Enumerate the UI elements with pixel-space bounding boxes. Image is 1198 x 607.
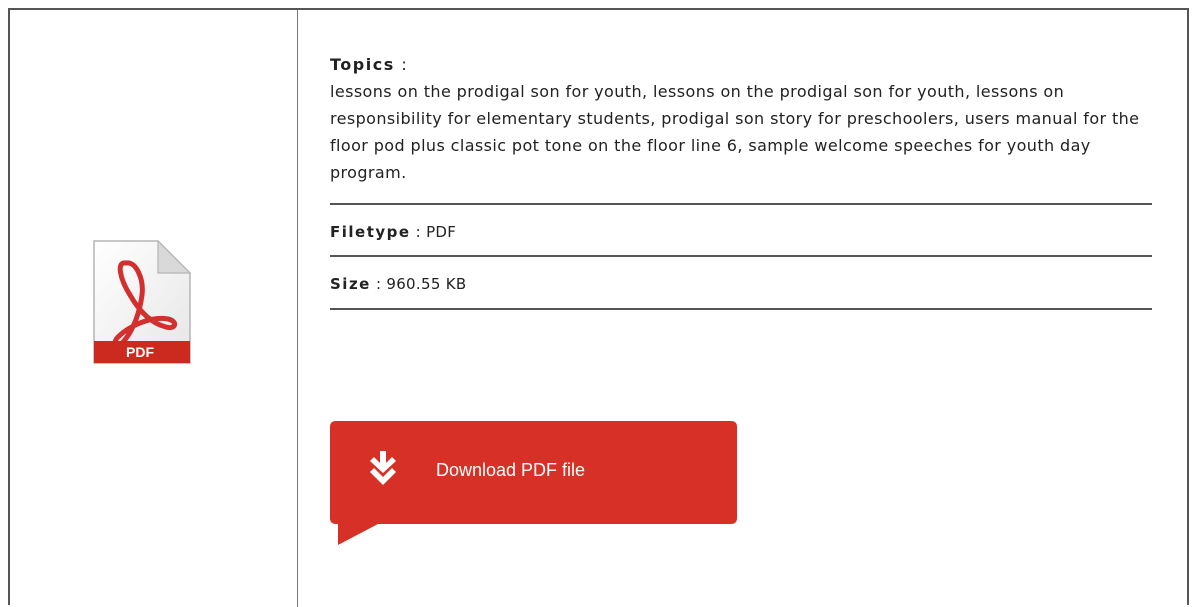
divider bbox=[330, 308, 1152, 310]
size-label: Size bbox=[330, 275, 371, 293]
topics-text: lessons on the prodigal son for youth, l… bbox=[330, 82, 1140, 182]
download-button-label: Download PDF file bbox=[436, 460, 585, 480]
filetype-separator: : bbox=[415, 223, 421, 241]
size-value: 960.55 KB bbox=[386, 275, 467, 293]
divider bbox=[330, 203, 1152, 205]
filetype-label: Filetype bbox=[330, 223, 411, 241]
file-details: Topics : lessons on the prodigal son for… bbox=[330, 52, 1152, 310]
topics-label: Topics bbox=[330, 55, 395, 74]
divider bbox=[330, 255, 1152, 257]
pdf-label: PDF bbox=[126, 344, 154, 360]
topics-heading: Topics : bbox=[330, 52, 1152, 78]
topics-separator: : bbox=[401, 55, 409, 74]
column-divider bbox=[297, 10, 298, 607]
filetype-value: PDF bbox=[426, 223, 457, 241]
pdf-file-icon: PDF bbox=[86, 231, 194, 371]
size-row: Size : 960.55 KB bbox=[330, 274, 1152, 294]
size-separator: : bbox=[375, 275, 382, 293]
filetype-row: Filetype : PDF bbox=[330, 222, 1152, 242]
download-pdf-button[interactable]: Download PDF file bbox=[330, 421, 737, 545]
